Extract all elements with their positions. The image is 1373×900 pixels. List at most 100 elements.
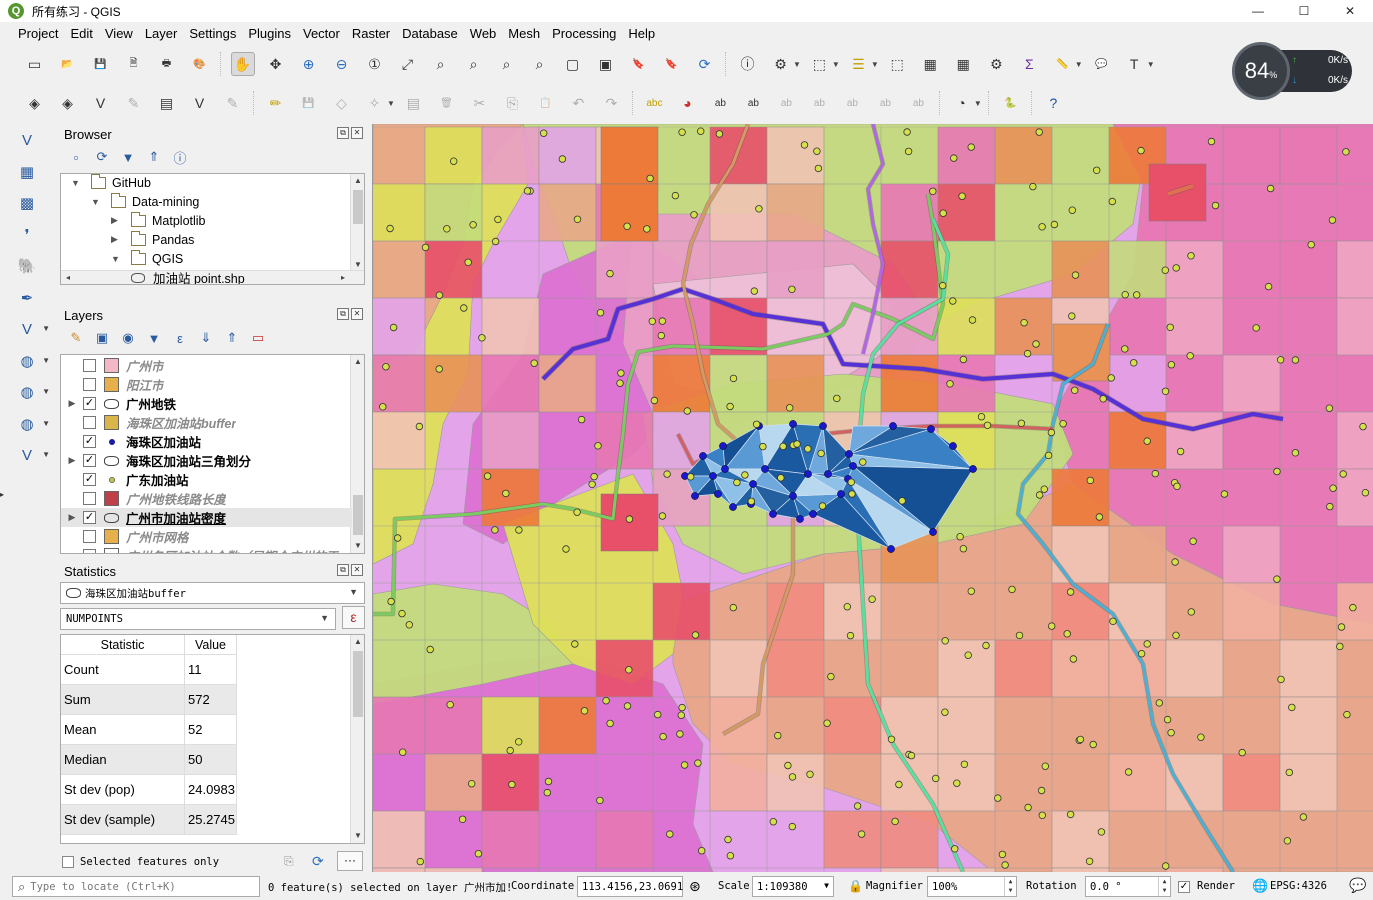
chevron-down-icon[interactable]: ▼: [387, 99, 395, 108]
new-geopackage-icon[interactable]: ◈: [56, 91, 80, 115]
grid-cell[interactable]: [1165, 639, 1224, 698]
gas-station-point[interactable]: [1359, 422, 1367, 431]
gas-station-point[interactable]: [788, 822, 796, 831]
print-layout-icon[interactable]: 🖶: [155, 52, 179, 76]
manage-themes-icon[interactable]: ◉: [118, 328, 138, 348]
select-by-value-icon[interactable]: ☰: [846, 52, 870, 76]
gas-station-point[interactable]: [654, 710, 662, 719]
gas-station-point[interactable]: [616, 379, 624, 387]
gas-station-point[interactable]: [1024, 803, 1032, 812]
gas-station-point[interactable]: [449, 157, 458, 165]
gas-station-point[interactable]: [1220, 490, 1229, 498]
gas-station-point[interactable]: [1008, 585, 1016, 594]
gas-station-point[interactable]: [729, 603, 737, 612]
menu-processing[interactable]: Processing: [546, 26, 622, 41]
menu-plugins[interactable]: Plugins: [242, 26, 297, 41]
statistical-summary-icon[interactable]: Σ: [1017, 52, 1041, 76]
gas-station-point[interactable]: [588, 480, 596, 488]
grid-cell[interactable]: [481, 354, 540, 413]
grid-cell[interactable]: [481, 696, 540, 755]
chevron-down-icon[interactable]: ▼: [974, 99, 982, 108]
rotation-field[interactable]: 0.0 ° ▲ ▼: [1085, 876, 1171, 897]
gas-station-point[interactable]: [1130, 359, 1138, 367]
gas-station-point[interactable]: [793, 440, 801, 448]
gas-station-point[interactable]: [747, 497, 755, 505]
chevron-down-icon[interactable]: ▼: [91, 197, 103, 207]
close-button[interactable]: ✕: [1327, 0, 1373, 22]
gas-station-point[interactable]: [1069, 655, 1078, 663]
gas-station-point[interactable]: [1066, 810, 1075, 819]
expand-all-icon[interactable]: ⇓: [196, 328, 216, 348]
new-bookmark-icon[interactable]: 🔖: [627, 52, 651, 76]
gas-station-point[interactable]: [602, 697, 610, 705]
gas-station-point[interactable]: [1035, 491, 1044, 499]
gas-station-point[interactable]: [543, 788, 551, 797]
grid-cell[interactable]: [373, 354, 426, 413]
gas-station-haizhu-point[interactable]: [789, 492, 797, 500]
gas-station-point[interactable]: [1252, 324, 1260, 332]
coordinate-field[interactable]: 113.4156,23.0691: [577, 876, 683, 897]
layer-visibility-checkbox[interactable]: ✓: [83, 435, 96, 448]
actions-icon[interactable]: ⚙: [769, 52, 793, 76]
gas-station-point[interactable]: [960, 760, 969, 768]
gas-station-point[interactable]: [1162, 862, 1170, 870]
open-project-icon[interactable]: 📂: [56, 52, 80, 76]
save-as-icon[interactable]: 🗎: [122, 52, 146, 76]
gas-station-haizhu-point[interactable]: [845, 450, 853, 458]
gas-station-point[interactable]: [982, 641, 990, 650]
gas-station-haizhu-point[interactable]: [929, 528, 937, 536]
zoom-out-icon[interactable]: ⊖: [330, 52, 354, 76]
gas-station-haizhu-point[interactable]: [819, 422, 827, 430]
gas-station-point[interactable]: [968, 316, 977, 324]
gas-station-point[interactable]: [1172, 631, 1180, 639]
gas-station-point[interactable]: [1071, 386, 1079, 394]
gas-station-point[interactable]: [643, 225, 651, 233]
gas-station-point[interactable]: [494, 215, 502, 224]
gas-station-point[interactable]: [676, 730, 684, 738]
chevron-right-icon[interactable]: ▶: [111, 215, 123, 226]
gas-station-point[interactable]: [1048, 622, 1056, 630]
lock-scale-icon[interactable]: 🔒: [848, 879, 863, 893]
gas-station-point[interactable]: [387, 597, 395, 606]
gas-station-point[interactable]: [1171, 558, 1179, 566]
gas-station-point[interactable]: [502, 489, 510, 498]
gas-station-point[interactable]: [617, 369, 625, 377]
gas-station-point[interactable]: [446, 701, 454, 709]
grid-cell[interactable]: [1336, 240, 1373, 299]
gas-station-point[interactable]: [1124, 768, 1133, 776]
gas-station-point[interactable]: [1173, 482, 1181, 490]
layer-combo[interactable]: 海珠区加油站buffer ▼: [60, 582, 365, 604]
grid-cell[interactable]: [1165, 297, 1224, 356]
menu-vector[interactable]: Vector: [297, 26, 346, 41]
gas-station-point[interactable]: [967, 143, 975, 151]
gas-station-point[interactable]: [562, 545, 570, 553]
gas-station-point[interactable]: [788, 285, 796, 293]
gas-station-point[interactable]: [658, 317, 667, 325]
gas-station-point[interactable]: [1291, 356, 1300, 364]
grid-cell[interactable]: [1165, 753, 1224, 812]
add-wcs-icon[interactable]: ◍ ▼: [14, 411, 50, 437]
pan-to-selection-icon[interactable]: ✥: [264, 52, 288, 76]
gas-station-point[interactable]: [514, 738, 523, 746]
layer-diagram-icon[interactable]: ◕: [675, 91, 699, 115]
grid-cell[interactable]: [1279, 639, 1338, 698]
chevron-right-icon[interactable]: ▶: [111, 234, 123, 245]
grid-cell[interactable]: [373, 297, 426, 356]
map-tips-icon[interactable]: 💬: [1089, 52, 1113, 76]
gas-station-point[interactable]: [932, 774, 940, 783]
field-calculator-icon[interactable]: ▦: [951, 52, 975, 76]
refresh-icon[interactable]: ⟳: [693, 52, 717, 76]
grid-cell[interactable]: [994, 297, 1053, 356]
gas-station-point[interactable]: [964, 651, 972, 659]
gas-station-point[interactable]: [859, 458, 867, 466]
gas-station-point[interactable]: [1137, 650, 1146, 658]
modify-attributes-icon[interactable]: ▤: [401, 91, 425, 115]
gas-station-point[interactable]: [1339, 470, 1347, 478]
spinner-icon[interactable]: ▲ ▼: [1004, 877, 1016, 896]
save-project-icon[interactable]: 💾: [89, 52, 113, 76]
minimize-button[interactable]: —: [1235, 0, 1281, 22]
layer-visibility-checkbox[interactable]: [83, 359, 96, 372]
gas-station-point[interactable]: [1285, 768, 1293, 777]
layer-item[interactable]: 阳江市: [61, 375, 352, 394]
browser-item-folder[interactable]: ▼ GitHub: [71, 174, 151, 192]
